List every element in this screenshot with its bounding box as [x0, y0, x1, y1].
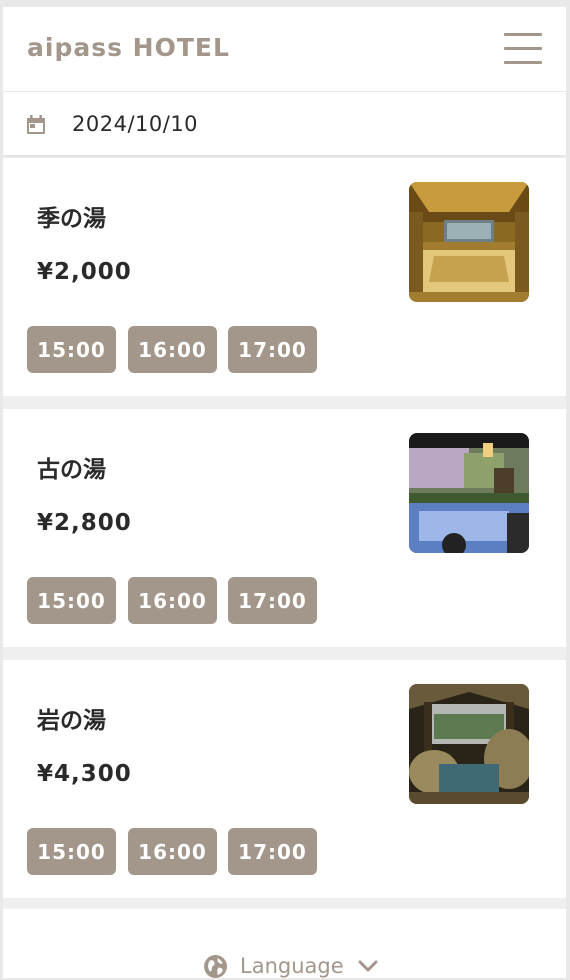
- time-slot-button[interactable]: 15:00: [27, 828, 116, 875]
- bath-photo: [409, 433, 529, 553]
- bath-photo: [409, 684, 529, 804]
- time-slot-button[interactable]: 17:00: [228, 828, 317, 875]
- bath-card: 古の湯 ¥2,800 15:00 16:00 17:00: [3, 409, 566, 647]
- bath-price: ¥2,800: [37, 510, 132, 536]
- bath-name: 季の湯: [37, 206, 106, 232]
- bath-price: ¥2,000: [37, 259, 132, 285]
- bath-price: ¥4,300: [37, 761, 132, 787]
- time-slot-button[interactable]: 16:00: [128, 326, 217, 373]
- bath-card: 季の湯 ¥2,000 15:00 16:00 17:00: [3, 158, 566, 396]
- time-slot-button[interactable]: 15:00: [27, 326, 116, 373]
- chevron-down-icon: [358, 960, 378, 972]
- hamburger-menu-icon[interactable]: [504, 33, 542, 65]
- time-slot-button[interactable]: 15:00: [27, 577, 116, 624]
- calendar-icon: [27, 115, 45, 134]
- time-slot-button[interactable]: 17:00: [228, 326, 317, 373]
- bath-photo: [409, 182, 529, 302]
- app-frame: aipass HOTEL 2024/10/10 季の湯 ¥2,000 15:00…: [3, 7, 566, 978]
- bath-card: 岩の湯 ¥4,300 15:00 16:00 17:00: [3, 660, 566, 898]
- selected-date: 2024/10/10: [72, 112, 199, 136]
- time-slot-button[interactable]: 17:00: [228, 577, 317, 624]
- time-slot-button[interactable]: 16:00: [128, 828, 217, 875]
- date-selector[interactable]: 2024/10/10: [3, 92, 566, 155]
- language-selector[interactable]: Language: [203, 952, 378, 980]
- app-header: aipass HOTEL: [3, 7, 566, 92]
- footer: Language: [3, 909, 566, 978]
- brand-title[interactable]: aipass HOTEL: [27, 33, 230, 62]
- language-label: Language: [240, 954, 344, 978]
- bath-name: 岩の湯: [37, 708, 106, 734]
- time-slot-button[interactable]: 16:00: [128, 577, 217, 624]
- globe-icon: [204, 954, 227, 978]
- bath-name: 古の湯: [37, 457, 106, 483]
